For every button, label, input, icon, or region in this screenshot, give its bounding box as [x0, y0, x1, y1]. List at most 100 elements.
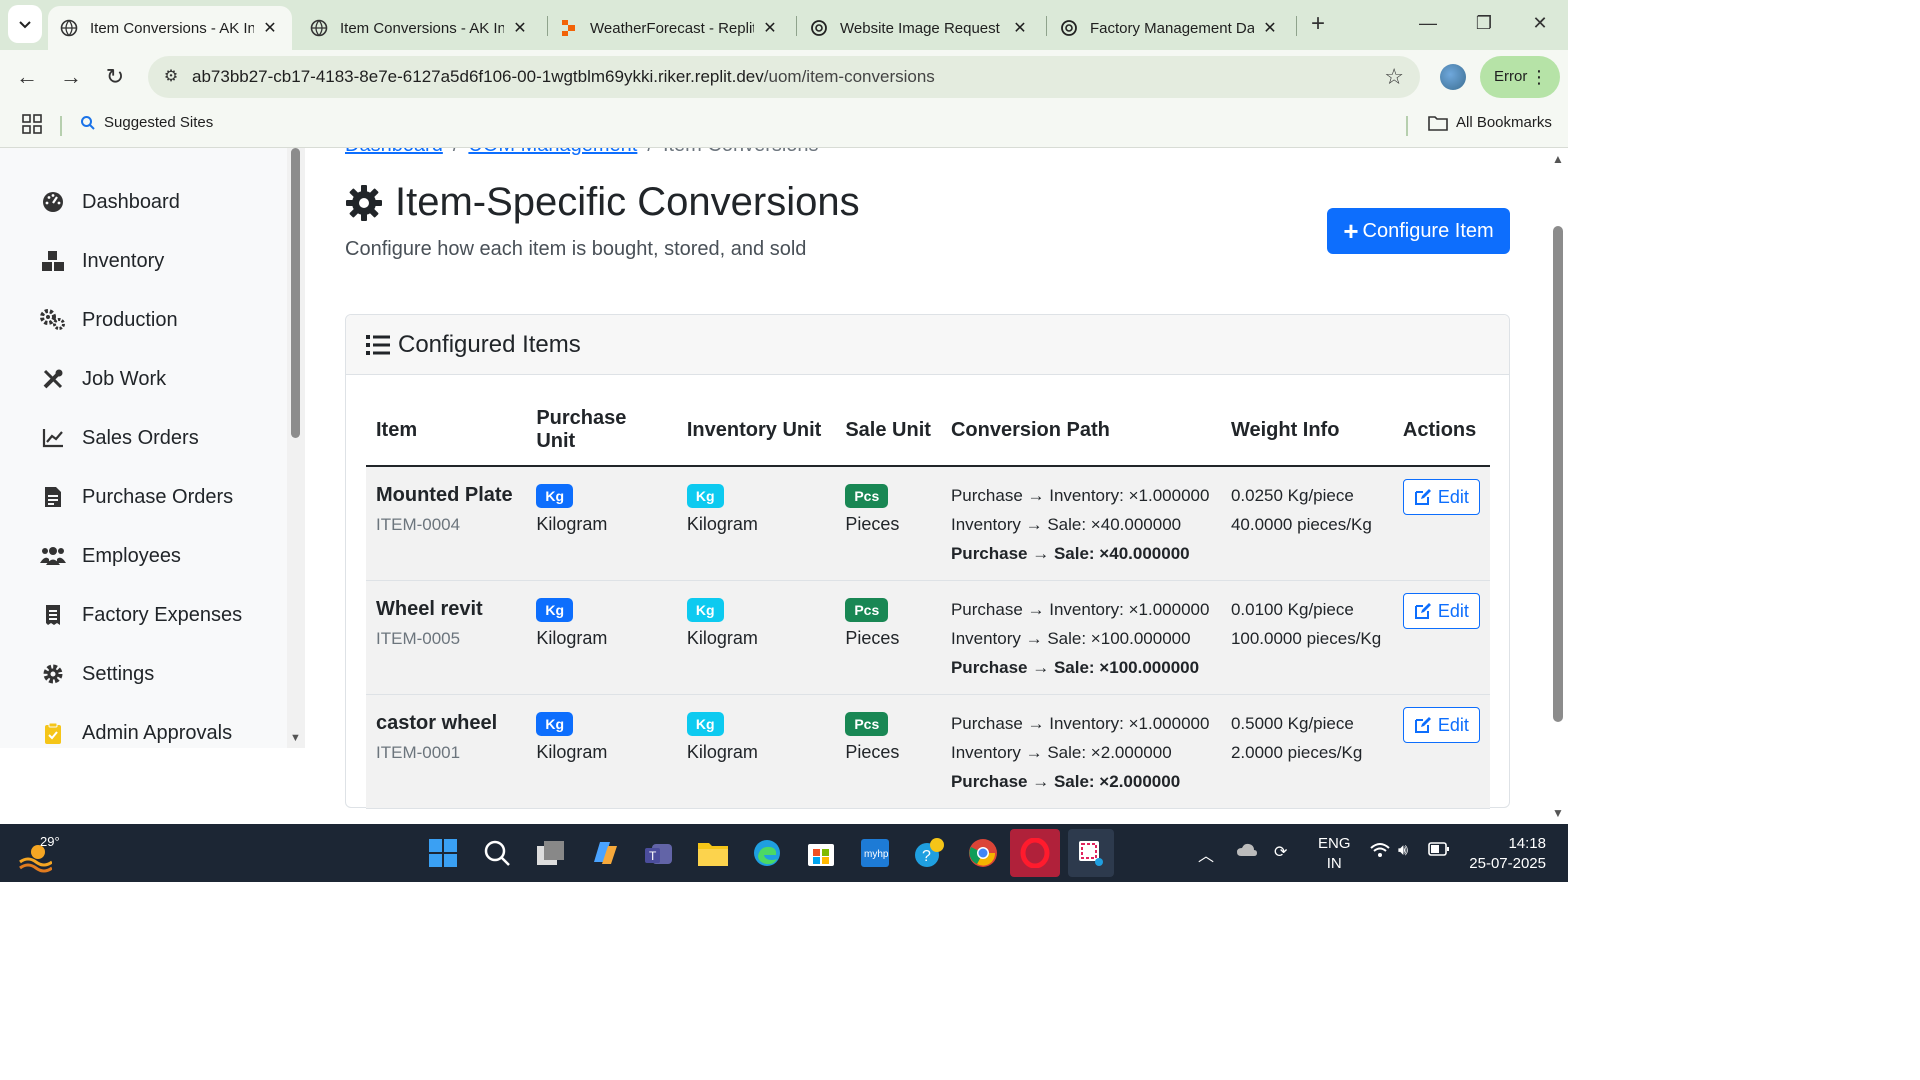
table-header-row: Item Purchase Unit Inventory Unit Sale U…	[366, 395, 1490, 467]
file-explorer-icon[interactable]	[694, 834, 732, 872]
back-button[interactable]: ←	[12, 62, 42, 92]
profile-avatar[interactable]	[1440, 64, 1466, 90]
breadcrumb-uom-link[interactable]: UOM Management	[468, 148, 637, 156]
sidebar-scrollbar[interactable]: ▼	[287, 148, 305, 748]
scroll-down-arrow-icon[interactable]: ▼	[1552, 806, 1564, 820]
close-window-button[interactable]: ✕	[1520, 8, 1560, 38]
sync-icon[interactable]: ⟳	[1274, 842, 1287, 862]
opera-icon[interactable]	[1010, 829, 1060, 877]
tab-divider	[1296, 16, 1297, 36]
suggested-sites-label: Suggested Sites	[104, 114, 214, 131]
close-icon[interactable]: ✕	[1260, 18, 1280, 38]
close-icon[interactable]: ✕	[1010, 18, 1030, 38]
sidebar-scrollbar-thumb[interactable]	[291, 148, 300, 438]
column-header-item: Item	[366, 395, 527, 467]
snipping-tool-icon[interactable]	[1068, 829, 1114, 877]
url-text[interactable]: ab73bb27-cb17-4183-8e7e-6127a5d6f106-00-…	[192, 67, 935, 87]
sidebar-item-dashboard[interactable]: Dashboard	[40, 182, 180, 222]
new-tab-button[interactable]: +	[1304, 10, 1332, 38]
copilot-icon[interactable]	[586, 834, 624, 872]
unit-badge: Kg	[536, 598, 574, 622]
sidebar-item-label: Admin Approvals	[82, 721, 233, 744]
sidebar-item-production[interactable]: Production	[40, 300, 178, 340]
battery-icon[interactable]	[1428, 842, 1450, 861]
bookmark-star-icon[interactable]: ☆	[1384, 64, 1404, 90]
globe-icon	[60, 19, 78, 37]
page-scrollbar-thumb[interactable]	[1553, 226, 1563, 722]
close-icon[interactable]: ✕	[260, 18, 280, 38]
clock[interactable]: 14:18 25-07-2025	[1466, 834, 1546, 874]
edit-button[interactable]: Edit	[1402, 479, 1480, 515]
wifi-icon[interactable]	[1370, 842, 1390, 863]
tab-item-conversions-active[interactable]: Item Conversions - AK Innovations ✕	[48, 6, 292, 50]
tab-website-image-request[interactable]: Website Image Request ✕	[798, 6, 1042, 50]
close-icon[interactable]: ✕	[760, 18, 780, 38]
address-bar[interactable]: ⚙ ab73bb27-cb17-4183-8e7e-6127a5d6f106-0…	[148, 56, 1420, 98]
weather-widget[interactable]: 29°	[18, 832, 62, 874]
restore-button[interactable]: ❐	[1464, 8, 1504, 38]
sidebar-item-inventory[interactable]: Inventory	[40, 241, 164, 281]
chatgpt-icon	[810, 19, 828, 37]
weight-info-cell: 0.5000 Kg/piece 2.0000 pieces/Kg	[1220, 694, 1393, 809]
close-icon[interactable]: ✕	[510, 18, 530, 38]
reload-button[interactable]: ↻	[100, 62, 130, 92]
sidebar-item-job-work[interactable]: Job Work	[40, 359, 166, 399]
item-cell: Mounted Plate ITEM-0004	[366, 466, 527, 581]
suggested-sites-bookmark[interactable]: Suggested Sites	[80, 114, 213, 131]
unit-name: Kilogram	[536, 742, 608, 762]
edge-icon[interactable]	[748, 834, 786, 872]
tab-search-button[interactable]	[8, 5, 42, 43]
forward-button[interactable]: →	[56, 62, 86, 92]
edit-icon	[1414, 489, 1431, 505]
apps-grid-icon[interactable]	[22, 114, 42, 134]
scroll-down-arrow-icon[interactable]: ▼	[290, 732, 301, 744]
volume-icon[interactable]: 🔊︎	[1398, 842, 1408, 860]
onedrive-icon[interactable]	[1236, 842, 1258, 863]
sidebar-item-admin-approvals[interactable]: Admin Approvals	[40, 713, 232, 753]
search-icon[interactable]	[478, 834, 516, 872]
tab-item-conversions[interactable]: Item Conversions - AK Innovations ✕	[298, 6, 542, 50]
edit-button[interactable]: Edit	[1402, 593, 1480, 629]
column-header-conversion-path: Conversion Path	[940, 395, 1221, 467]
show-hidden-icons[interactable]: ︿	[1198, 842, 1214, 866]
unit-badge: Kg	[686, 598, 724, 622]
tab-title: Item Conversions - AK Innovations	[90, 19, 254, 37]
table-row: Wheel revit ITEM-0005 Kg Kilogram Kg Kil…	[366, 580, 1490, 695]
language-indicator[interactable]: ENG IN	[1318, 834, 1351, 874]
windows-start-icon[interactable]	[424, 834, 462, 872]
sidebar-item-employees[interactable]: Employees	[40, 536, 181, 576]
tab-divider	[796, 16, 797, 36]
tab-title: WeatherForecast - Replit	[590, 19, 754, 37]
sidebar-item-purchase-orders[interactable]: Purchase Orders	[40, 477, 233, 517]
task-view-icon[interactable]	[532, 834, 570, 872]
sidebar-item-sales-orders[interactable]: Sales Orders	[40, 418, 199, 458]
page-scrollbar[interactable]: ▲ ▼	[1548, 148, 1568, 824]
unit-name: Kilogram	[536, 514, 608, 534]
edit-button[interactable]: Edit	[1402, 707, 1480, 743]
kebab-menu-icon[interactable]: ⋮	[1530, 56, 1548, 98]
teams-icon[interactable]: T	[640, 834, 678, 872]
profile-error-button[interactable]: Error ⋮	[1480, 56, 1560, 98]
scroll-up-arrow-icon[interactable]: ▲	[1552, 152, 1564, 166]
bookmarks-bar: Suggested Sites All Bookmarks	[0, 104, 1568, 148]
configure-item-button[interactable]: + Configure Item	[1327, 208, 1510, 254]
all-bookmarks-button[interactable]: All Bookmarks	[1428, 114, 1552, 131]
all-bookmarks-label: All Bookmarks	[1456, 114, 1552, 131]
sidebar-item-settings[interactable]: Settings	[40, 654, 154, 694]
breadcrumb-dashboard-link[interactable]: Dashboard	[345, 148, 443, 156]
plus-icon: +	[1343, 216, 1359, 246]
region-text: IN	[1326, 855, 1342, 872]
tab-weather-forecast[interactable]: WeatherForecast - Replit ✕	[548, 6, 792, 50]
search-icon	[81, 115, 95, 130]
tab-factory-management[interactable]: Factory Management Dashboard ✕	[1048, 6, 1292, 50]
sale-unit-cell: Pcs Pieces	[835, 466, 941, 581]
edit-label: Edit	[1437, 714, 1469, 735]
minimize-button[interactable]: —	[1408, 8, 1448, 38]
microsoft-store-icon[interactable]	[802, 834, 840, 872]
chrome-icon[interactable]	[964, 834, 1002, 872]
sidebar-item-factory-expenses[interactable]: Factory Expenses	[40, 595, 242, 635]
myhp-icon[interactable]: myhp	[856, 834, 894, 872]
site-info-icon[interactable]: ⚙	[160, 66, 182, 88]
sidebar-item-label: Job Work	[82, 367, 167, 390]
help-icon[interactable]: ?	[910, 834, 948, 872]
